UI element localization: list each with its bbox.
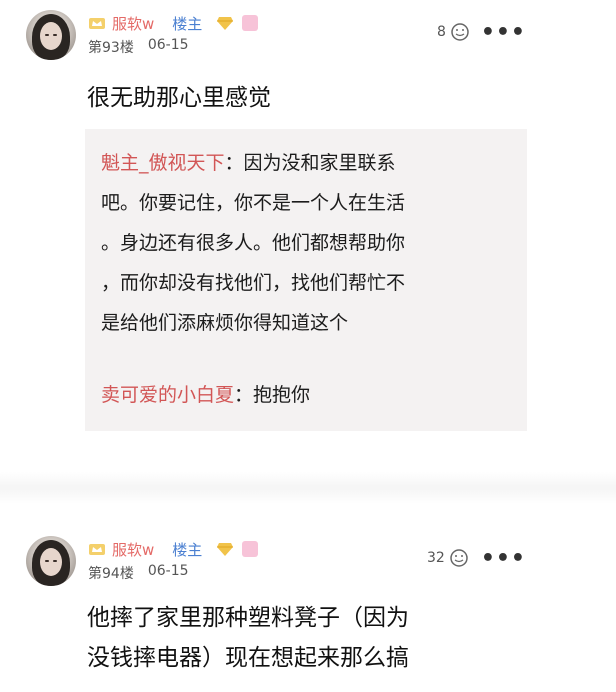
reply-text: 是给他们添麻烦你得知道这个 xyxy=(101,312,349,334)
more-options-button[interactable]: ••• xyxy=(481,546,526,571)
post-content: 很无助那心里感觉 xyxy=(87,85,271,111)
user-avatar[interactable] xyxy=(26,10,76,60)
user-avatar[interactable] xyxy=(26,536,76,586)
reply-item[interactable]: 魁主_傲视天下：因为没和家里联系 吧。你要记住，你不是一个人在生活 。身边还有很… xyxy=(101,143,513,343)
crown-icon xyxy=(89,18,105,29)
like-count: 8 xyxy=(437,24,446,40)
like-button[interactable]: 8 xyxy=(437,22,470,42)
reply-text: 因为没和家里联系 xyxy=(243,152,396,174)
user-name-row: 服软w 楼主 xyxy=(88,12,259,34)
crown-icon xyxy=(89,544,105,555)
like-icon xyxy=(451,23,469,41)
post-divider xyxy=(0,472,616,504)
reply-text: 。身边还有很多人。他们都想帮助你 xyxy=(101,232,406,254)
floor-number: 第93楼 xyxy=(88,40,134,56)
post-content-line: 他摔了家里那种塑料凳子（因为 xyxy=(87,605,409,631)
reply-text: 抱抱你 xyxy=(253,384,311,406)
host-badge: 楼主 xyxy=(172,14,203,33)
reply-text: 吧。你要记住，你不是一个人在生活 xyxy=(101,192,406,214)
floor-number: 第94楼 xyxy=(88,566,134,582)
host-badge: 楼主 xyxy=(172,540,203,559)
reply-author[interactable]: 魁主_傲视天下 xyxy=(101,152,225,174)
more-options-button[interactable]: ••• xyxy=(481,20,526,45)
reply-item[interactable]: 卖可爱的小白夏：抱抱你 xyxy=(101,375,513,415)
diamond-icon xyxy=(217,17,234,30)
reply-text: ，而你却没有找他们，找他们帮忙不 xyxy=(101,272,406,294)
username[interactable]: 服软w xyxy=(112,539,154,560)
reply-author[interactable]: 卖可爱的小白夏 xyxy=(101,384,234,406)
post-date: 06-15 xyxy=(147,563,189,579)
post-date: 06-15 xyxy=(147,37,189,53)
post-content-line: 没钱摔电器）现在想起来那么搞 xyxy=(87,645,409,671)
like-icon xyxy=(450,549,468,567)
reply-box: 魁主_傲视天下：因为没和家里联系 吧。你要记住，你不是一个人在生活 。身边还有很… xyxy=(85,129,527,431)
post-meta: 第94楼 06-15 xyxy=(88,563,189,583)
user-name-row: 服软w 楼主 xyxy=(88,538,259,560)
diamond-icon xyxy=(217,543,234,556)
level-badge-icon xyxy=(242,541,259,557)
like-button[interactable]: 32 xyxy=(427,548,469,568)
level-badge-icon xyxy=(242,15,259,31)
post-content: 他摔了家里那种塑料凳子（因为 没钱摔电器）现在想起来那么搞 xyxy=(87,598,547,678)
post-meta: 第93楼 06-15 xyxy=(88,37,189,57)
like-count: 32 xyxy=(427,550,445,566)
username[interactable]: 服软w xyxy=(112,13,154,34)
